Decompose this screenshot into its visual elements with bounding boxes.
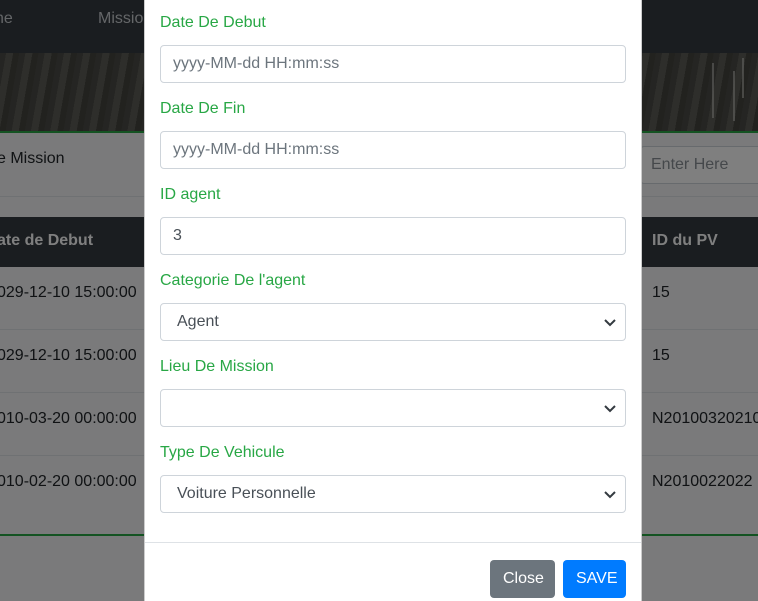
categorie-agent-label: Categorie De l'agent xyxy=(160,272,306,289)
categorie-agent-selected: Agent xyxy=(177,313,219,330)
date-fin-label: Date De Fin xyxy=(160,100,246,117)
date-debut-label: Date De Debut xyxy=(160,14,266,31)
categorie-agent-group: Categorie De l'agent Agent xyxy=(160,271,626,341)
add-mission-modal: Date De Debut Date De Fin ID agent Categ… xyxy=(144,0,642,601)
date-fin-group: Date De Fin xyxy=(160,99,626,169)
save-button[interactable]: SAVE xyxy=(563,560,626,598)
categorie-agent-select[interactable]: Agent xyxy=(160,303,626,341)
lieu-mission-select[interactable] xyxy=(160,389,626,427)
type-vehicule-selected: Voiture Personnelle xyxy=(177,485,316,502)
type-vehicule-select[interactable]: Voiture Personnelle xyxy=(160,475,626,513)
chevron-down-icon xyxy=(604,491,616,499)
lieu-mission-label: Lieu De Mission xyxy=(160,358,274,375)
type-vehicule-group: Type De Vehicule Voiture Personnelle xyxy=(160,443,626,513)
modal-footer: Close SAVE xyxy=(145,542,641,601)
id-agent-input[interactable] xyxy=(160,217,626,255)
id-agent-label: ID agent xyxy=(160,186,221,203)
chevron-down-icon xyxy=(604,405,616,413)
date-debut-group: Date De Debut xyxy=(160,13,626,83)
close-button[interactable]: Close xyxy=(490,560,555,598)
date-debut-input[interactable] xyxy=(160,45,626,83)
id-agent-group: ID agent xyxy=(160,185,626,255)
chevron-down-icon xyxy=(604,319,616,327)
type-vehicule-label: Type De Vehicule xyxy=(160,444,285,461)
lieu-mission-group: Lieu De Mission xyxy=(160,357,626,427)
date-fin-input[interactable] xyxy=(160,131,626,169)
